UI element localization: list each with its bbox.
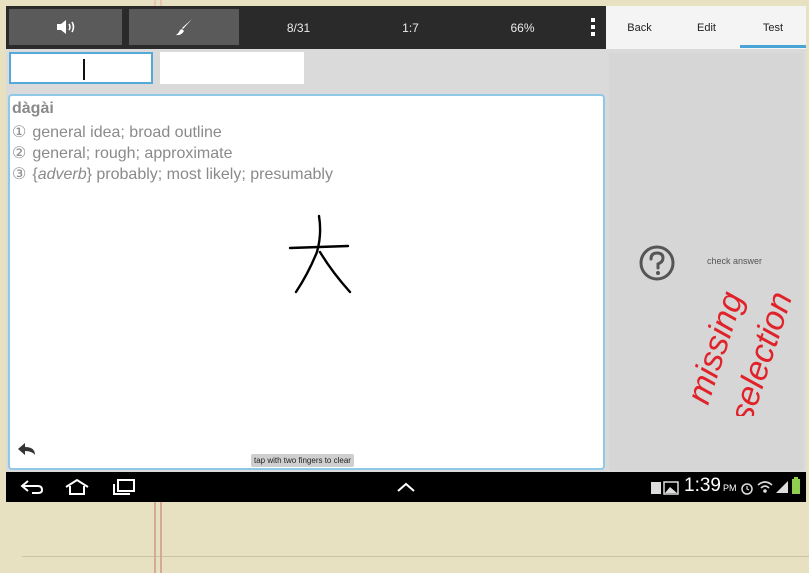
clock: 1:39 PM: [684, 475, 737, 496]
definition-2: ② general; rough; approximate: [12, 145, 233, 162]
alarm-icon: [741, 483, 753, 495]
undo-icon[interactable]: [16, 442, 38, 458]
tab-test[interactable]: Test: [740, 6, 806, 49]
drawing-card[interactable]: dàgài ① general idea; broad outline ② gene…: [8, 94, 605, 470]
brush-icon: [176, 19, 192, 36]
speaker-icon: [56, 20, 74, 34]
home-nav-icon[interactable]: [64, 478, 90, 496]
wifi-icon: [757, 481, 773, 493]
text-caret: [83, 59, 85, 80]
pinyin: dàgài: [12, 100, 54, 117]
answer-input-2[interactable]: [160, 52, 304, 84]
tab-indicator: [740, 45, 806, 48]
tablet-screen: 8/31 1:7 66% Back Edit Test dàgài ① gener…: [6, 6, 806, 502]
paper-rule-line: [22, 556, 809, 557]
definition-1: ① general idea; broad outline: [12, 124, 222, 141]
action-bar: 8/31 1:7 66%: [6, 6, 606, 49]
battery-icon: [792, 477, 800, 494]
progress-counter: 8/31: [286, 20, 311, 35]
notification-icon: [651, 481, 679, 495]
system-nav-bar: 1:39 PM: [6, 472, 806, 502]
tab-back[interactable]: Back: [606, 6, 673, 49]
signal-icon: [776, 481, 788, 493]
handwriting-stroke: 大: [288, 214, 352, 294]
tab-bar: Back Edit Test: [606, 6, 806, 49]
annotation-text: missing selection: [679, 287, 800, 416]
paper-margin-line: [154, 502, 156, 573]
clear-hint: tap with two fingers to clear: [251, 454, 354, 467]
overflow-menu-icon[interactable]: [591, 18, 595, 36]
tab-edit[interactable]: Edit: [673, 6, 740, 49]
recent-apps-icon[interactable]: [112, 479, 136, 495]
brush-button[interactable]: [129, 9, 239, 45]
definition-3: ③ {adverb} probably; most likely; presuma…: [12, 166, 333, 183]
ratio-counter: 1:7: [402, 20, 419, 35]
percent-counter: 66%: [510, 20, 535, 35]
chevron-up-icon[interactable]: [396, 481, 416, 493]
speaker-button[interactable]: [9, 9, 122, 45]
answer-input-1[interactable]: [9, 52, 153, 84]
back-nav-icon[interactable]: [20, 479, 44, 495]
paper-margin-line: [160, 502, 162, 573]
